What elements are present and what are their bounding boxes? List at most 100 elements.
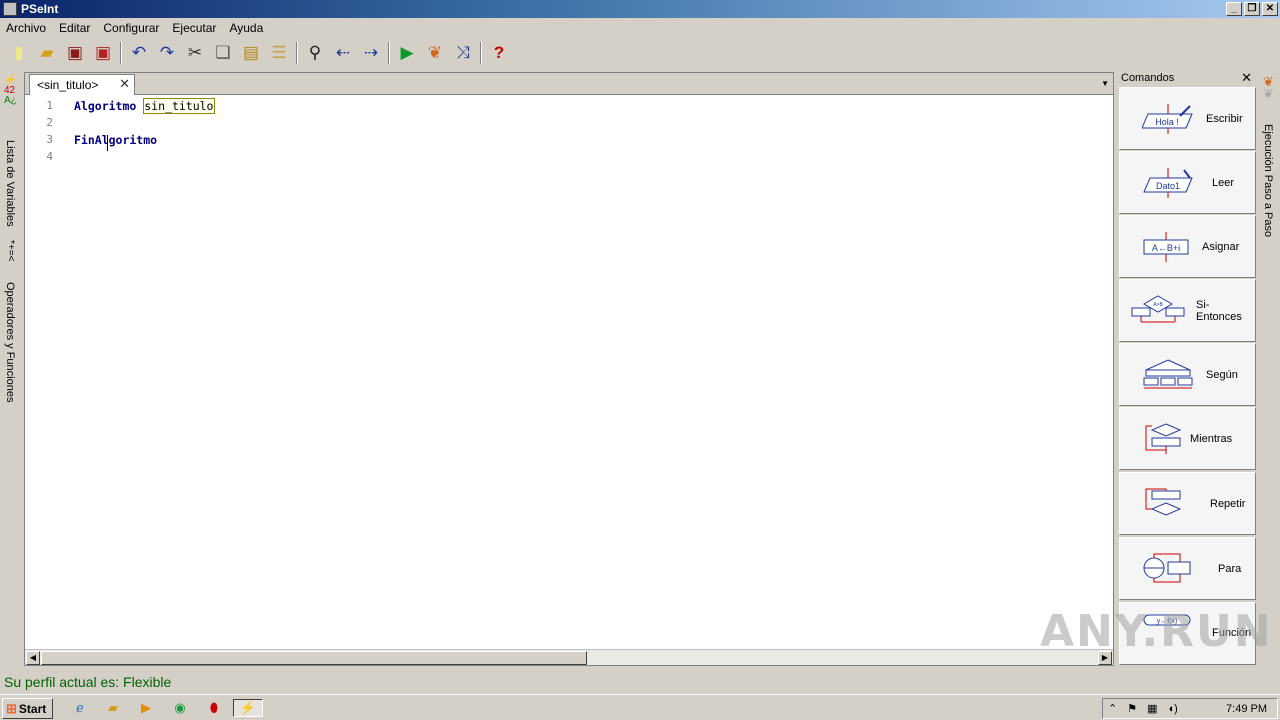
command-para[interactable]: Para <box>1119 537 1256 600</box>
commands-header: Comandos ✕ <box>1118 70 1258 86</box>
command-segun[interactable]: Según <box>1119 343 1256 406</box>
command-mientras[interactable]: Mientras <box>1119 407 1256 470</box>
new-file-icon[interactable]: ▮ <box>5 39 33 67</box>
save-icon[interactable]: ▣ <box>61 39 89 67</box>
if-then-icon: A>B <box>1131 295 1185 323</box>
open-folder-icon[interactable]: ▰ <box>33 39 61 67</box>
command-escribir[interactable]: Hola ! Escribir <box>1119 87 1256 150</box>
right-sidebar: ❦ ❦ Ejecución Paso a Paso <box>1260 72 1280 668</box>
menu-configurar[interactable]: Configurar <box>103 21 159 35</box>
draw-flowchart-icon[interactable]: ⤨ <box>449 39 477 67</box>
find-previous-icon[interactable]: ⇠ <box>329 39 357 67</box>
menu-bar: Archivo Editar Configurar Ejecutar Ayuda <box>0 18 1280 38</box>
close-button[interactable]: ✕ <box>1262 2 1278 16</box>
assign-icon: A←B+i <box>1143 232 1189 262</box>
read-icon-text: Dato1 <box>1156 181 1180 191</box>
flag-icon[interactable]: ⚑ <box>1127 702 1137 715</box>
media-player-icon[interactable]: ▶ <box>136 699 156 717</box>
find-next-icon[interactable]: ⇢ <box>357 39 385 67</box>
clock[interactable]: 7:49 PM <box>1226 703 1267 715</box>
paste-icon[interactable]: ▤ <box>237 39 265 67</box>
operators-icon: *+=< <box>5 240 16 262</box>
line-number: 1 <box>46 99 53 112</box>
minimize-button[interactable]: _ <box>1226 2 1242 16</box>
footsteps-icon: ❦ ❦ <box>1263 74 1274 101</box>
volume-icon[interactable]: ◖) <box>1168 703 1178 715</box>
save-as-icon[interactable]: ▣ <box>89 39 117 67</box>
status-bar: Su perfil actual es: Flexible <box>0 672 1280 692</box>
menu-ayuda[interactable]: Ayuda <box>229 21 263 35</box>
toolbar: ▮ ▰ ▣ ▣ ↶ ↷ ✂ ❏ ▤ ☰ ⚲ ⇠ ⇢ ▶ ❦ ⤨ ? <box>0 38 1280 68</box>
command-repetir[interactable]: Repetir <box>1119 472 1256 535</box>
redo-icon[interactable]: ↷ <box>153 39 181 67</box>
menu-archivo[interactable]: Archivo <box>6 21 46 35</box>
cut-icon[interactable]: ✂ <box>181 39 209 67</box>
code-line: 4 <box>25 148 1113 165</box>
toolbar-separator <box>480 42 482 64</box>
scrollbar-thumb[interactable] <box>41 651 587 665</box>
write-icon: Hola ! <box>1142 104 1193 134</box>
step-by-step-panel-tab[interactable]: Ejecución Paso a Paso <box>1262 124 1274 237</box>
command-label: Leer <box>1212 176 1235 189</box>
editor-panel: <sin_titulo> ✕ ▼ 1 Algoritmo sin_titulo … <box>24 72 1114 666</box>
close-tab-icon[interactable]: ✕ <box>119 76 130 92</box>
explorer-icon[interactable]: ▰ <box>103 699 123 717</box>
horizontal-scrollbar[interactable]: ◀ ▶ <box>25 649 1113 665</box>
command-label: Escribir <box>1206 112 1243 125</box>
ie-icon[interactable]: ℯ <box>70 699 90 717</box>
maximize-button[interactable]: ❐ <box>1244 2 1260 16</box>
switch-icon <box>1143 359 1193 389</box>
command-asignar[interactable]: A←B+i Asignar <box>1119 215 1256 278</box>
command-label: Asignar <box>1202 240 1240 253</box>
command-label: Repetir <box>1210 497 1246 510</box>
window-title: PSeInt <box>21 2 59 16</box>
commands-panel: Comandos ✕ Hola ! Escribir Dato1 Leer A←… <box>1118 70 1258 668</box>
left-sidebar: ⚡ 42 A¿ Lista de Variables *+=< Operadores… <box>0 72 22 672</box>
variables-panel-tab[interactable]: Lista de Variables <box>4 140 16 227</box>
chrome-icon[interactable]: ◉ <box>170 699 190 717</box>
toolbar-separator <box>296 42 298 64</box>
command-label: Mientras <box>1190 432 1233 445</box>
tab-menu-icon[interactable]: ▼ <box>1101 79 1109 88</box>
system-tray: ⌃ ⚑ ▦ ◖) 7:49 PM <box>1102 698 1278 719</box>
opera-icon[interactable]: ⬮ <box>204 699 224 717</box>
indent-icon[interactable]: ☰ <box>265 39 293 67</box>
status-text: Su perfil actual es: Flexible <box>4 674 172 690</box>
for-icon <box>1143 553 1191 583</box>
variables-icon: ⚡ 42 A¿ <box>4 75 17 106</box>
close-commands-icon[interactable]: ✕ <box>1241 70 1252 86</box>
tab-label: <sin_titulo> <box>37 78 99 92</box>
command-leer[interactable]: Dato1 Leer <box>1119 151 1256 214</box>
keyword: Algoritmo <box>74 98 137 113</box>
taskbar: ⊞ Start ℯ ▰ ▶ ◉ ⬮ ⚡ ⌃ ⚑ ▦ ◖) 7:49 PM <box>0 694 1280 720</box>
step-by-step-icon[interactable]: ❦ <box>421 39 449 67</box>
undo-icon[interactable]: ↶ <box>125 39 153 67</box>
network-icon[interactable]: ▦ <box>1147 702 1157 715</box>
copy-icon[interactable]: ❏ <box>209 39 237 67</box>
toolbar-separator <box>388 42 390 64</box>
pseint-task-button[interactable]: ⚡ <box>233 699 263 717</box>
scroll-left-icon[interactable]: ◀ <box>26 651 40 665</box>
command-si-entonces[interactable]: A>B Si-Entonces <box>1119 279 1256 342</box>
line-number: 2 <box>46 116 53 129</box>
run-icon[interactable]: ▶ <box>393 39 421 67</box>
command-label: Según <box>1206 368 1238 381</box>
toolbar-separator <box>120 42 122 64</box>
code-editor[interactable]: 1 Algoritmo sin_titulo 2 3 FinAlgoritmo … <box>25 97 1113 649</box>
tab-strip: <sin_titulo> ✕ ▼ <box>25 73 1113 95</box>
menu-editar[interactable]: Editar <box>59 21 90 35</box>
tab-sin-titulo[interactable]: <sin_titulo> ✕ <box>29 74 135 95</box>
keyword: FinAlgoritmo <box>74 132 158 147</box>
code-line: 1 Algoritmo sin_titulo <box>25 97 1113 114</box>
code-line: 3 FinAlgoritmo <box>25 131 1113 148</box>
operators-panel-tab[interactable]: Operadores y Funciones <box>4 282 16 402</box>
command-label: Si-Entonces <box>1196 298 1242 323</box>
start-button[interactable]: ⊞ Start <box>2 698 53 719</box>
help-icon[interactable]: ? <box>485 39 513 67</box>
tray-expand-icon[interactable]: ⌃ <box>1108 702 1117 715</box>
find-icon[interactable]: ⚲ <box>301 39 329 67</box>
title-bar: PSeInt _ ❐ ✕ <box>0 0 1280 18</box>
write-icon-text: Hola ! <box>1155 117 1179 127</box>
code-line: 2 <box>25 114 1113 131</box>
menu-ejecutar[interactable]: Ejecutar <box>172 21 216 35</box>
